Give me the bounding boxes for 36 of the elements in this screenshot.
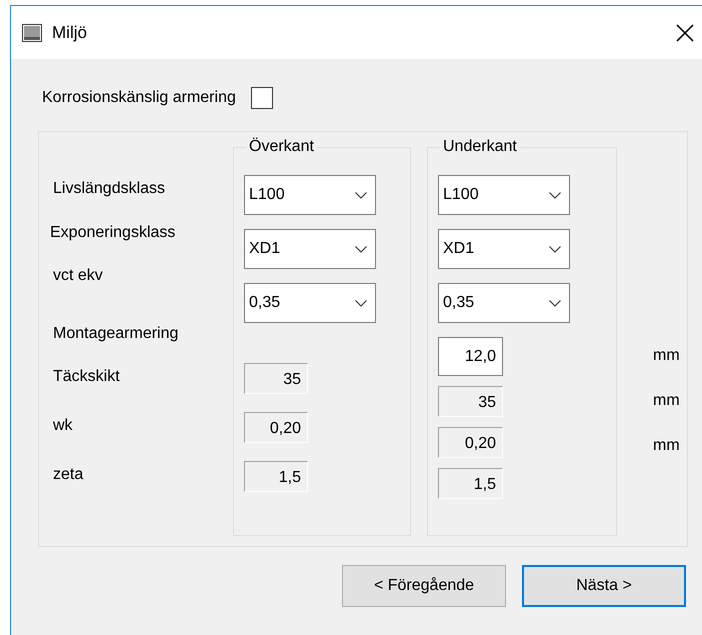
dropdown[interactable]: L100: [438, 175, 570, 215]
checkbox[interactable]: [250, 87, 273, 109]
dropdown[interactable]: XD1: [244, 229, 376, 269]
app-icon: [22, 24, 42, 42]
unit-label: mm: [653, 436, 680, 456]
readonly-field: 35: [438, 386, 503, 417]
field-label: Täckskikt: [53, 367, 121, 387]
field-label: Montagearmering: [53, 324, 180, 344]
back-button[interactable]: < Föregående: [342, 565, 506, 607]
field-label: wk: [53, 416, 74, 436]
readonly-field: 0,20: [438, 427, 503, 458]
unit-label: mm: [653, 391, 680, 411]
field-label: Livslängdsklass: [53, 179, 166, 199]
checkbox-label: Korrosionskänslig armering: [42, 88, 236, 108]
field-label: Exponeringsklass: [50, 223, 176, 243]
input-field[interactable]: 12,0: [438, 337, 503, 376]
readonly-field: 1,5: [438, 468, 503, 499]
chevron-down-icon: [549, 192, 561, 198]
next-button[interactable]: Nästa >: [522, 565, 686, 607]
close-button[interactable]: [674, 22, 696, 44]
chevron-down-icon: [549, 300, 561, 306]
field-label: zeta: [53, 465, 84, 485]
dropdown[interactable]: 0,35: [244, 283, 376, 323]
readonly-field: 35: [244, 363, 308, 394]
chevron-down-icon: [355, 300, 367, 306]
field-label: vct ekv: [53, 266, 104, 286]
chevron-down-icon: [355, 246, 367, 252]
chevron-down-icon: [549, 246, 561, 252]
readonly-field: 1,5: [244, 461, 308, 492]
dropdown[interactable]: L100: [244, 175, 376, 215]
dropdown[interactable]: 0,35: [438, 283, 570, 323]
window-title: Miljö: [52, 22, 87, 44]
readonly-field: 0,20: [244, 412, 308, 443]
dropdown[interactable]: XD1: [438, 229, 570, 269]
unit-label: mm: [653, 346, 680, 366]
chevron-down-icon: [355, 192, 367, 198]
